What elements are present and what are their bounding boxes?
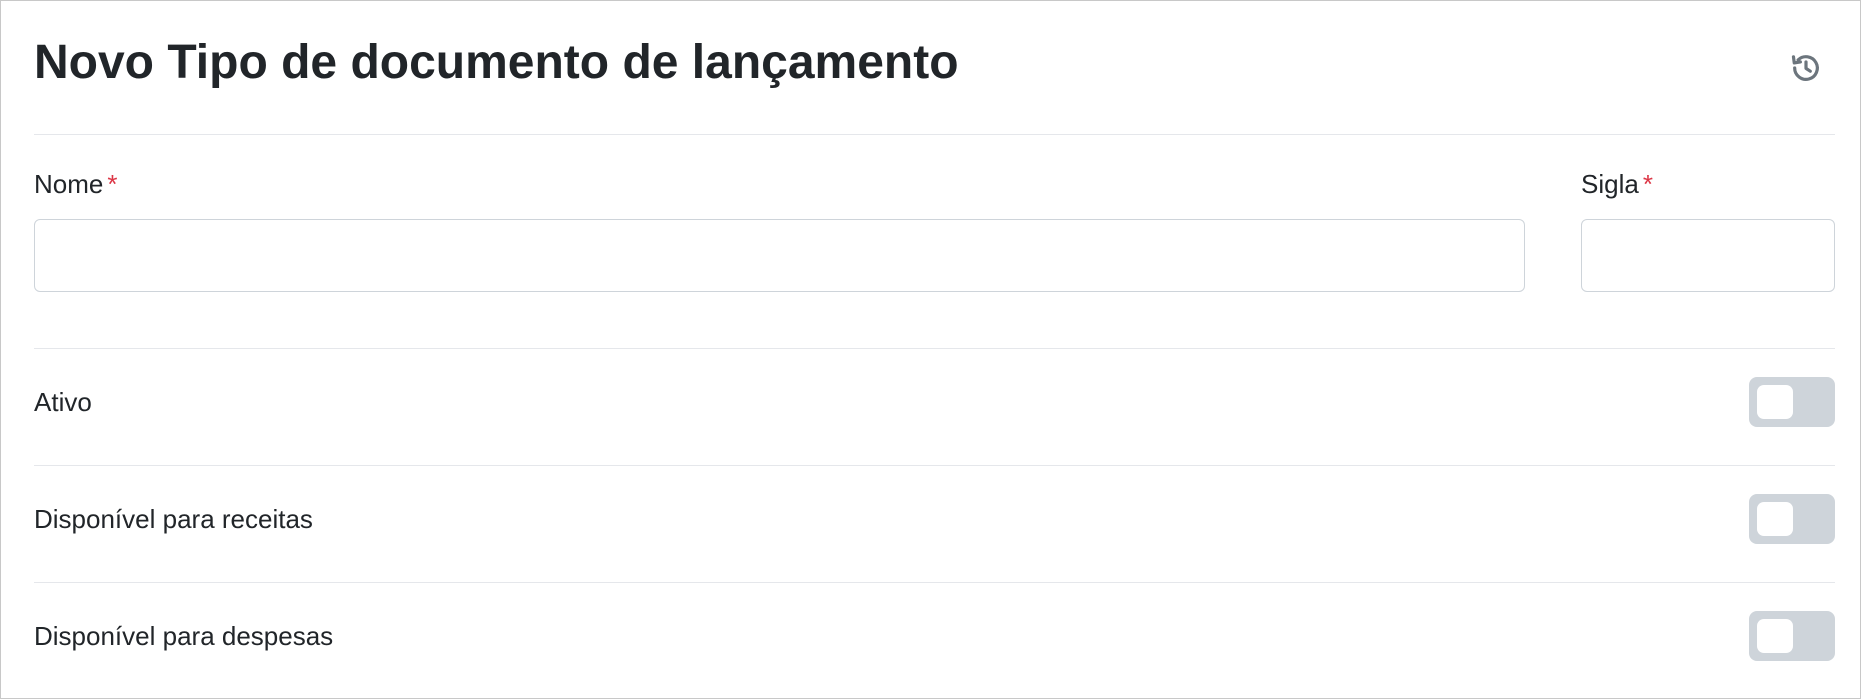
receitas-label: Disponível para receitas <box>34 504 313 534</box>
toggle-knob <box>1757 385 1793 419</box>
sigla-required-mark: * <box>1642 169 1653 199</box>
toggle-row-receitas: Disponível para receitas <box>34 465 1835 582</box>
nome-required-mark: * <box>107 169 118 199</box>
receitas-toggle[interactable] <box>1749 494 1835 544</box>
ativo-label: Ativo <box>34 387 92 417</box>
page-header: Novo Tipo de documento de lançamento <box>34 1 1835 135</box>
history-button[interactable] <box>1789 51 1823 85</box>
despesas-toggle[interactable] <box>1749 611 1835 661</box>
form-panel: Novo Tipo de documento de lançamento Nom… <box>0 0 1861 699</box>
page-title: Novo Tipo de documento de lançamento <box>34 36 959 89</box>
toggle-knob <box>1757 619 1793 653</box>
toggle-knob <box>1757 502 1793 536</box>
toggle-row-despesas: Disponível para despesas <box>34 582 1835 699</box>
nome-input[interactable] <box>34 219 1525 292</box>
history-icon <box>1791 55 1819 81</box>
sigla-label: Sigla * <box>1581 169 1653 200</box>
ativo-toggle[interactable] <box>1749 377 1835 427</box>
nome-label: Nome * <box>34 169 117 200</box>
sigla-label-text: Sigla <box>1581 169 1639 199</box>
sigla-input[interactable] <box>1581 219 1835 292</box>
toggle-row-ativo: Ativo <box>34 348 1835 465</box>
despesas-label: Disponível para despesas <box>34 621 334 651</box>
nome-label-text: Nome <box>34 169 104 199</box>
